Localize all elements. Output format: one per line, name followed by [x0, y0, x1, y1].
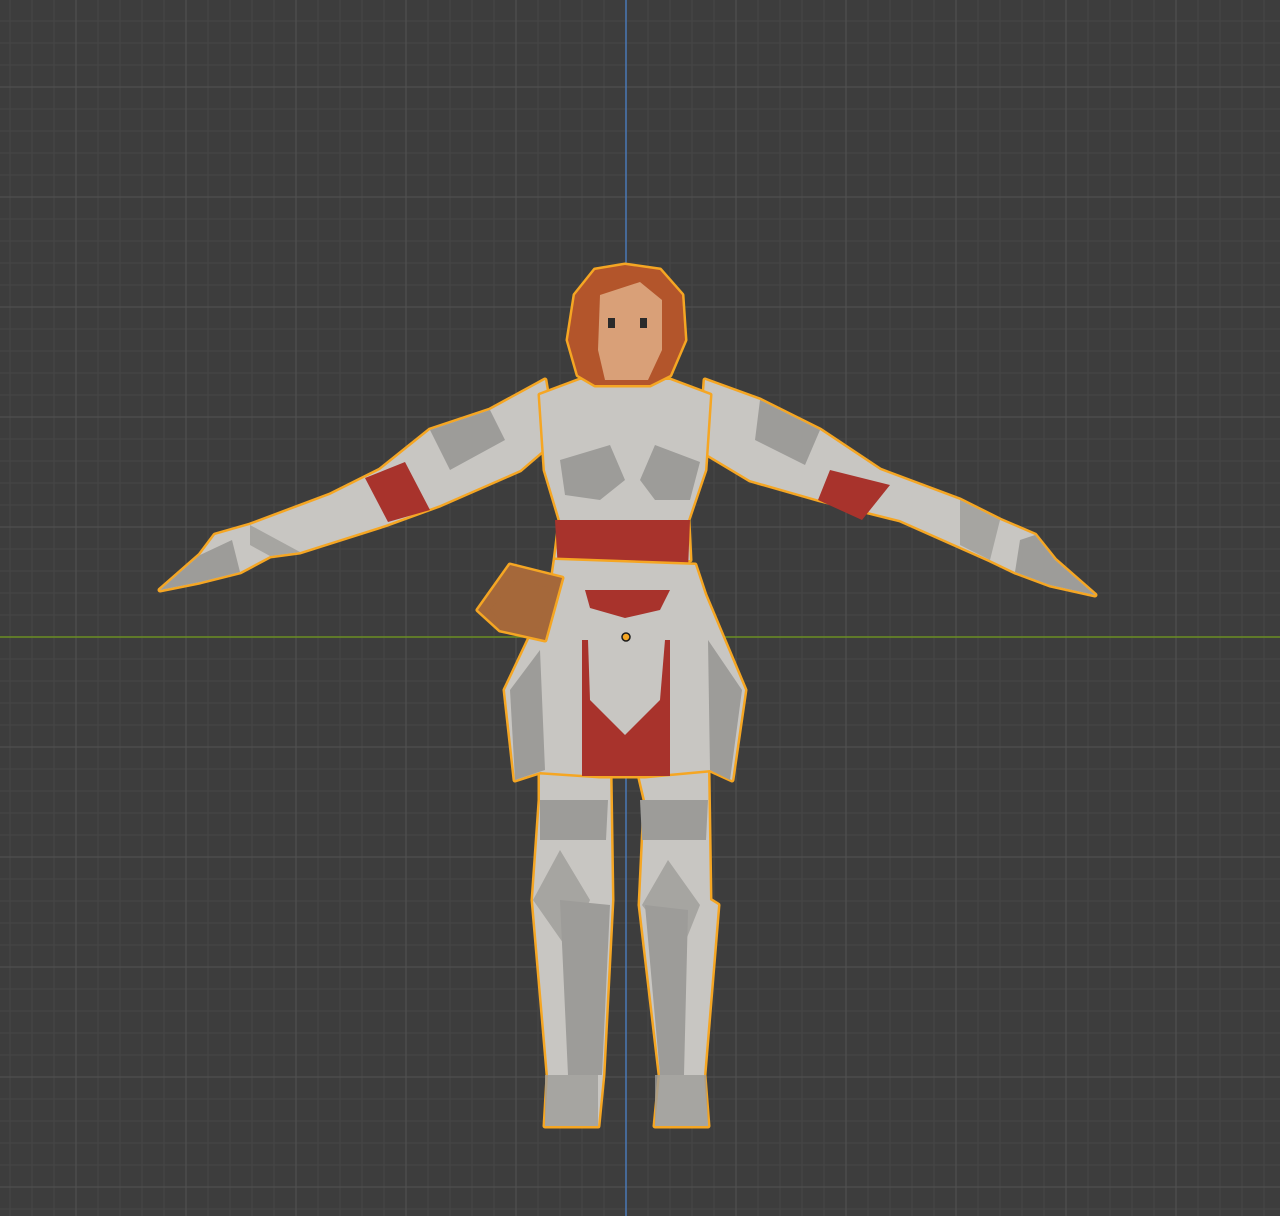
viewport-canvas[interactable] [0, 0, 1280, 1216]
left-eye [608, 318, 615, 328]
torso[interactable] [537, 377, 713, 570]
right-eye [640, 318, 647, 328]
model-part-armor-shadow [560, 900, 610, 1075]
model-part-armor-shadow [540, 800, 608, 840]
3d-viewport[interactable] [0, 0, 1280, 1216]
model-part-armor-shadow [640, 800, 708, 840]
head[interactable] [565, 262, 688, 388]
model-part-skin [598, 282, 662, 380]
model-part-armor-dark [545, 1075, 598, 1126]
origin-dot-icon[interactable] [621, 632, 631, 642]
model-part-armor-dark [655, 1075, 708, 1126]
